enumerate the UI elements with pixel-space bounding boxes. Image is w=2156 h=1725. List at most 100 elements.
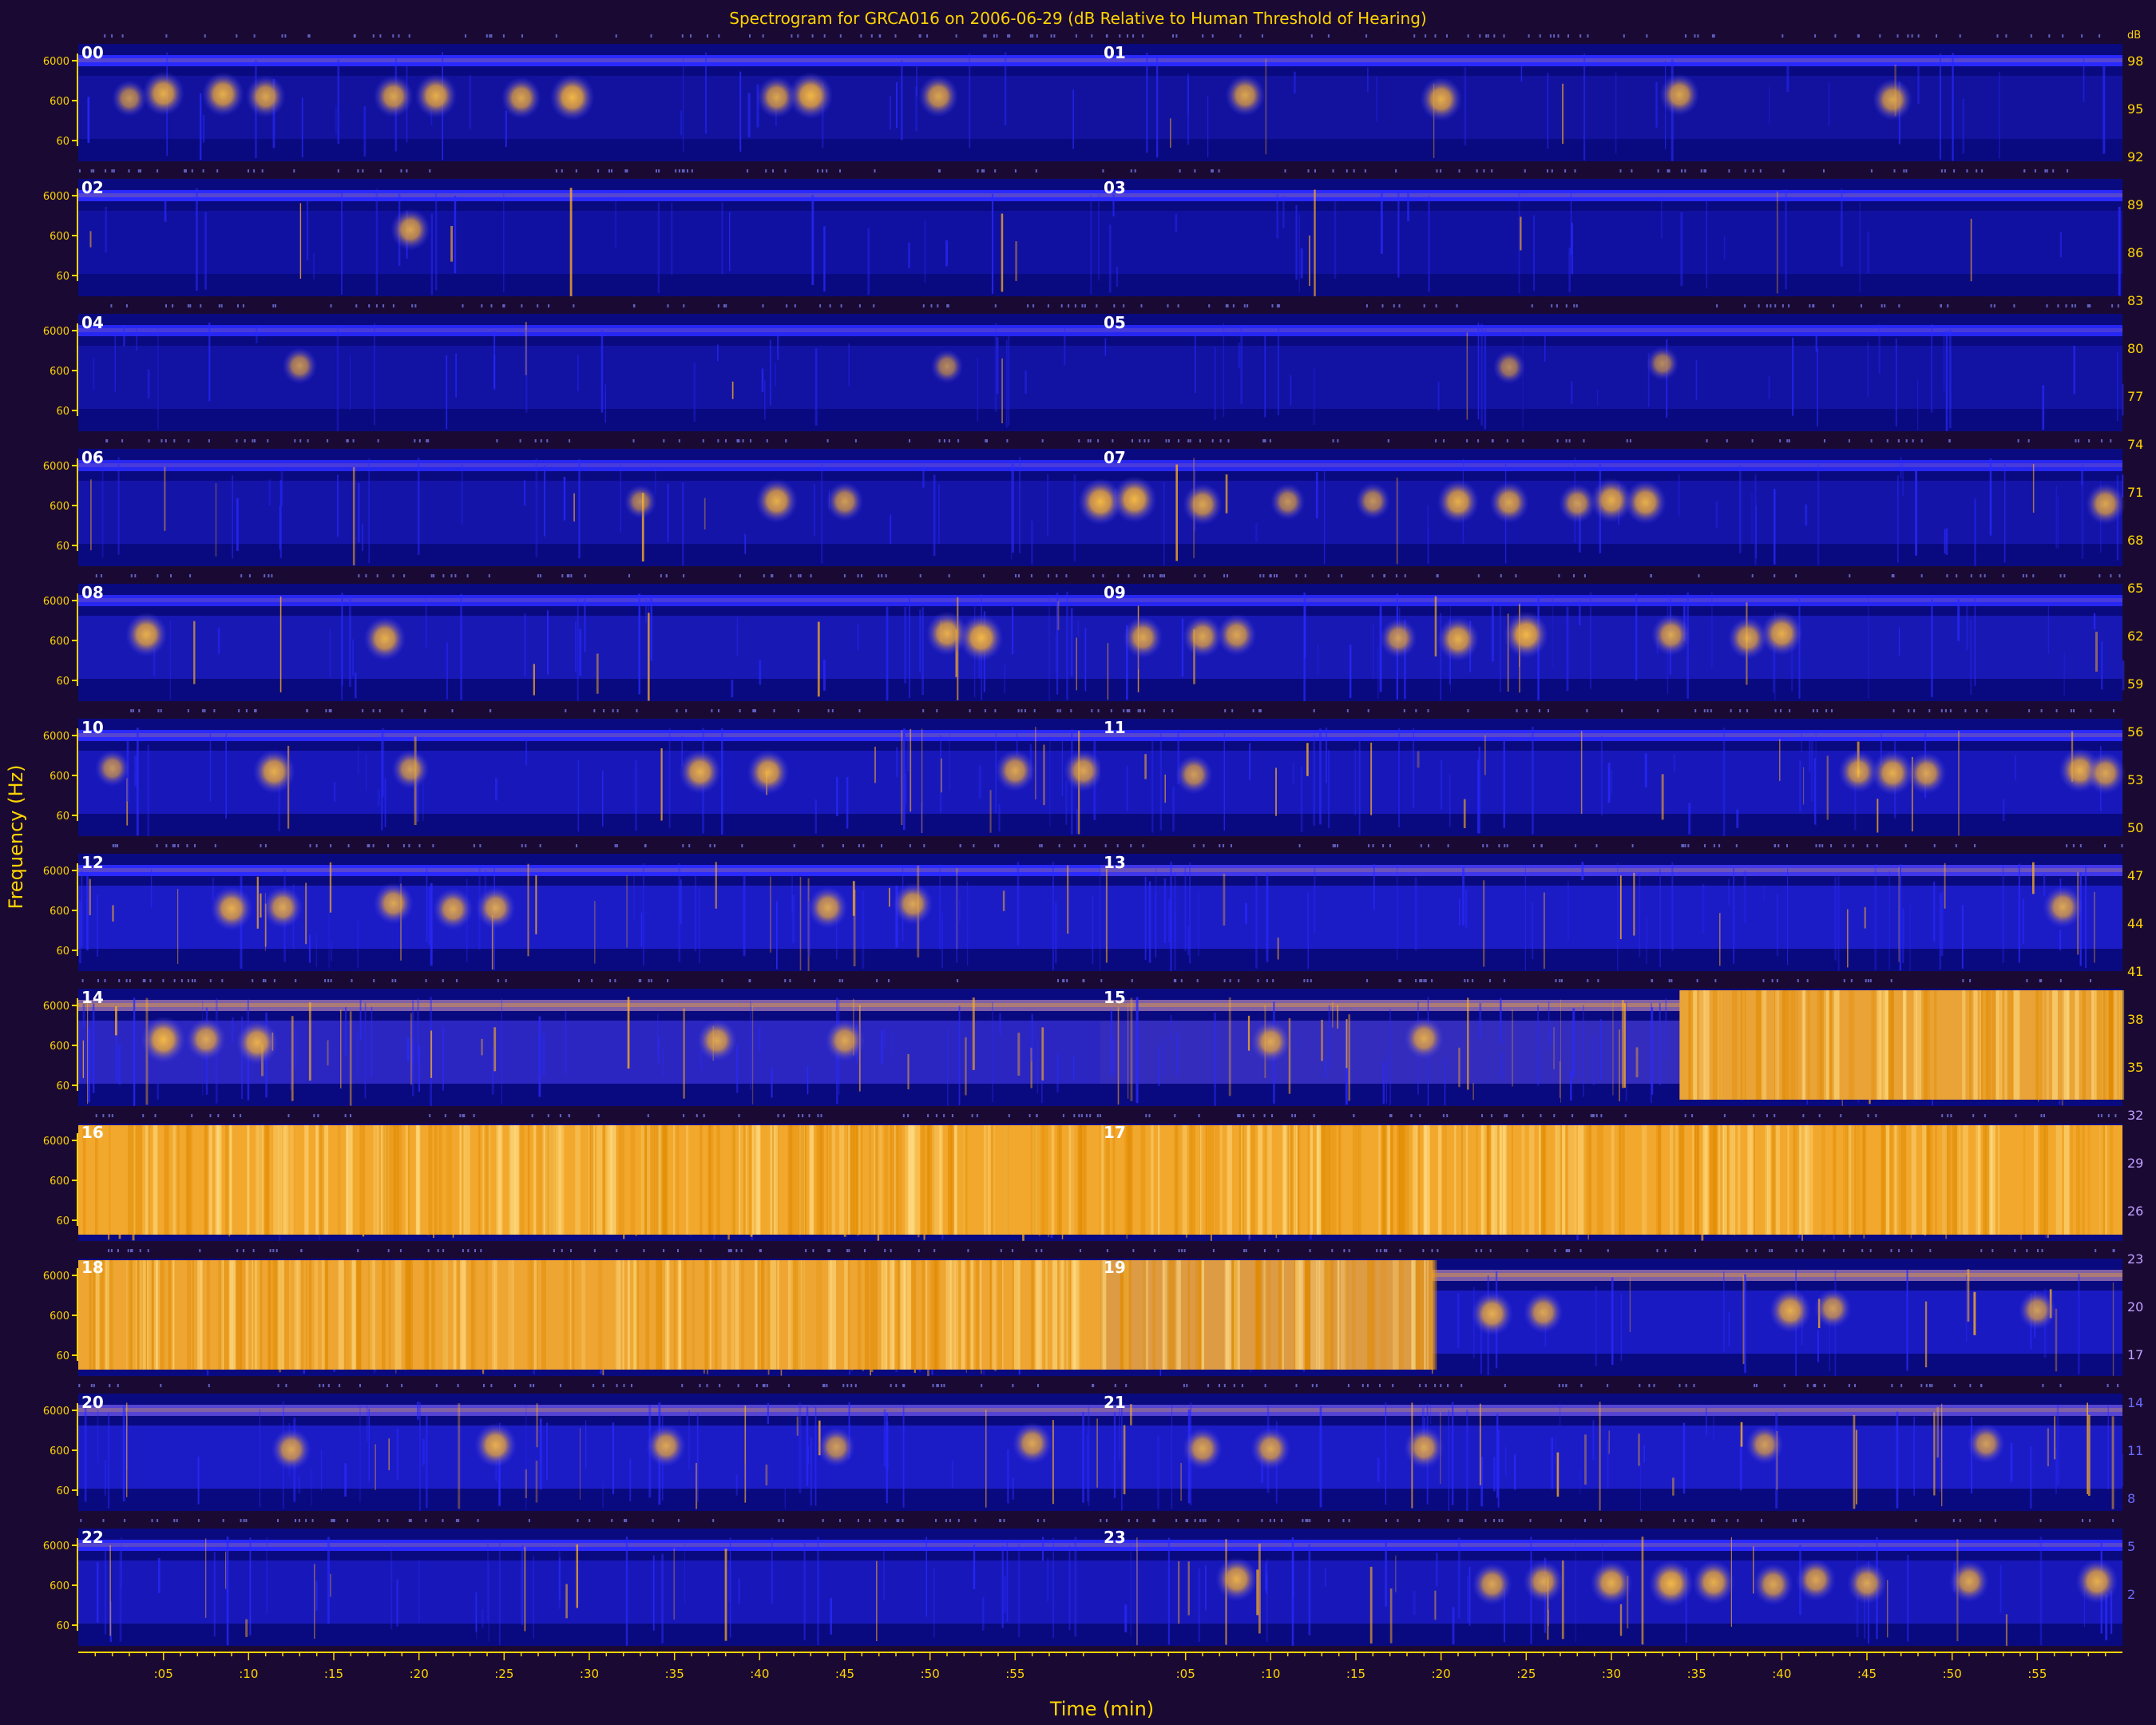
saturation-streak xyxy=(1398,1125,1405,1235)
noise-streak xyxy=(1413,1590,1416,1615)
separator-tick xyxy=(1766,304,1768,307)
separator-tick xyxy=(1761,1519,1762,1522)
separator-tick xyxy=(1912,439,1914,442)
separator-tick xyxy=(1139,709,1141,712)
noise-streak xyxy=(629,1458,632,1501)
noise-streak xyxy=(977,357,979,422)
noise-streak xyxy=(1012,606,1014,655)
noise-streak xyxy=(1205,1565,1207,1611)
bird-call-event xyxy=(94,749,130,787)
separator-tick xyxy=(1264,1384,1266,1387)
separator-tick xyxy=(483,1384,485,1387)
separator-tick xyxy=(2099,34,2101,38)
noise-streak xyxy=(352,467,355,565)
noise-streak xyxy=(817,621,820,697)
noise-streak xyxy=(2054,1416,2055,1460)
noise-streak xyxy=(209,732,212,802)
separator-tick xyxy=(1012,1384,1014,1387)
noise-streak xyxy=(638,593,640,695)
separator-tick xyxy=(528,1519,530,1522)
separator-tick xyxy=(253,169,256,172)
separator-tick xyxy=(1556,439,1559,442)
noise-streak xyxy=(527,863,529,957)
y-tick-label: 60 xyxy=(56,811,69,823)
separator-tick xyxy=(430,574,433,577)
saturation-streak xyxy=(200,1260,203,1370)
separator-tick xyxy=(854,1384,857,1387)
saturation-streak xyxy=(1146,1260,1149,1370)
noise-streak xyxy=(455,353,457,398)
bird-call-event xyxy=(1847,1562,1887,1604)
separator-tick xyxy=(261,169,264,172)
separator-tick xyxy=(427,1249,430,1252)
noise-streak xyxy=(418,1402,421,1511)
noise-streak xyxy=(2059,929,2062,950)
bird-call-event xyxy=(186,1018,226,1061)
separator-tick xyxy=(1381,304,1384,307)
hour-label: 04 xyxy=(81,313,104,332)
y-tick-label: 6000 xyxy=(43,326,69,338)
separator-tick xyxy=(392,304,394,307)
noise-streak xyxy=(341,191,343,295)
x-tick-label: :20 xyxy=(410,1667,429,1681)
saturation-streak xyxy=(106,1260,109,1370)
separator-tick xyxy=(365,574,367,577)
noise-streak xyxy=(1592,1035,1595,1085)
separator-tick xyxy=(1795,1249,1797,1252)
saturation-streak xyxy=(347,1260,351,1370)
separator-tick xyxy=(1753,1114,1755,1117)
separator-tick xyxy=(1996,34,1999,38)
separator-tick xyxy=(741,844,743,847)
saturation-streak xyxy=(844,1260,849,1370)
separator-tick xyxy=(294,439,296,442)
separator-tick xyxy=(111,34,113,38)
separator-tick xyxy=(1779,439,1781,442)
hour-label: 03 xyxy=(1104,178,1126,197)
separator-tick xyxy=(1936,34,1937,38)
separator-tick xyxy=(1161,574,1163,577)
separator-tick xyxy=(1078,439,1080,442)
separator-tick xyxy=(1737,1519,1739,1522)
separator-tick xyxy=(1560,979,1563,982)
high-frequency-band-core xyxy=(78,328,1100,332)
separator-tick xyxy=(220,304,223,307)
separator-tick xyxy=(213,709,216,712)
separator-tick xyxy=(1224,709,1227,712)
noise-streak xyxy=(1012,460,1014,553)
separator-tick xyxy=(1460,1384,1463,1387)
saturation-streak xyxy=(721,1260,727,1370)
separator-tick xyxy=(1056,574,1058,577)
separator-tick xyxy=(570,574,573,577)
separator-tick xyxy=(1956,574,1958,577)
noise-streak xyxy=(1275,767,1277,816)
colorbar-tick-label: 68 xyxy=(2127,533,2143,548)
noise-streak xyxy=(1245,902,1247,924)
separator-tick xyxy=(1175,34,1178,38)
separator-tick xyxy=(747,169,749,172)
separator-tick xyxy=(1744,169,1746,172)
bird-call-event xyxy=(1813,1288,1852,1329)
separator-tick xyxy=(959,844,961,847)
saturation-streak xyxy=(1566,1125,1572,1235)
saturation-streak xyxy=(1430,1260,1437,1370)
separator-tick xyxy=(943,1114,945,1117)
separator-tick xyxy=(1506,844,1508,847)
separator-tick xyxy=(1774,304,1777,307)
noise-streak xyxy=(368,458,370,563)
noise-streak xyxy=(92,1003,95,1093)
saturation-streak xyxy=(161,1260,165,1370)
noise-streak xyxy=(1877,799,1879,833)
noise-streak xyxy=(2039,1537,2043,1646)
separator-tick xyxy=(1199,439,1201,442)
noise-streak xyxy=(1041,1537,1044,1561)
saturation-streak xyxy=(1227,1125,1232,1235)
separator-tick xyxy=(1506,439,1508,442)
noise-streak xyxy=(1809,737,1811,773)
noise-streak xyxy=(1070,608,1073,676)
saturation-streak xyxy=(207,1260,210,1370)
separator-tick xyxy=(108,1114,110,1117)
saturation-streak xyxy=(869,1125,874,1235)
noise-streak xyxy=(1944,529,1946,554)
noise-streak xyxy=(2122,660,2125,691)
saturation-streak xyxy=(508,1260,514,1370)
